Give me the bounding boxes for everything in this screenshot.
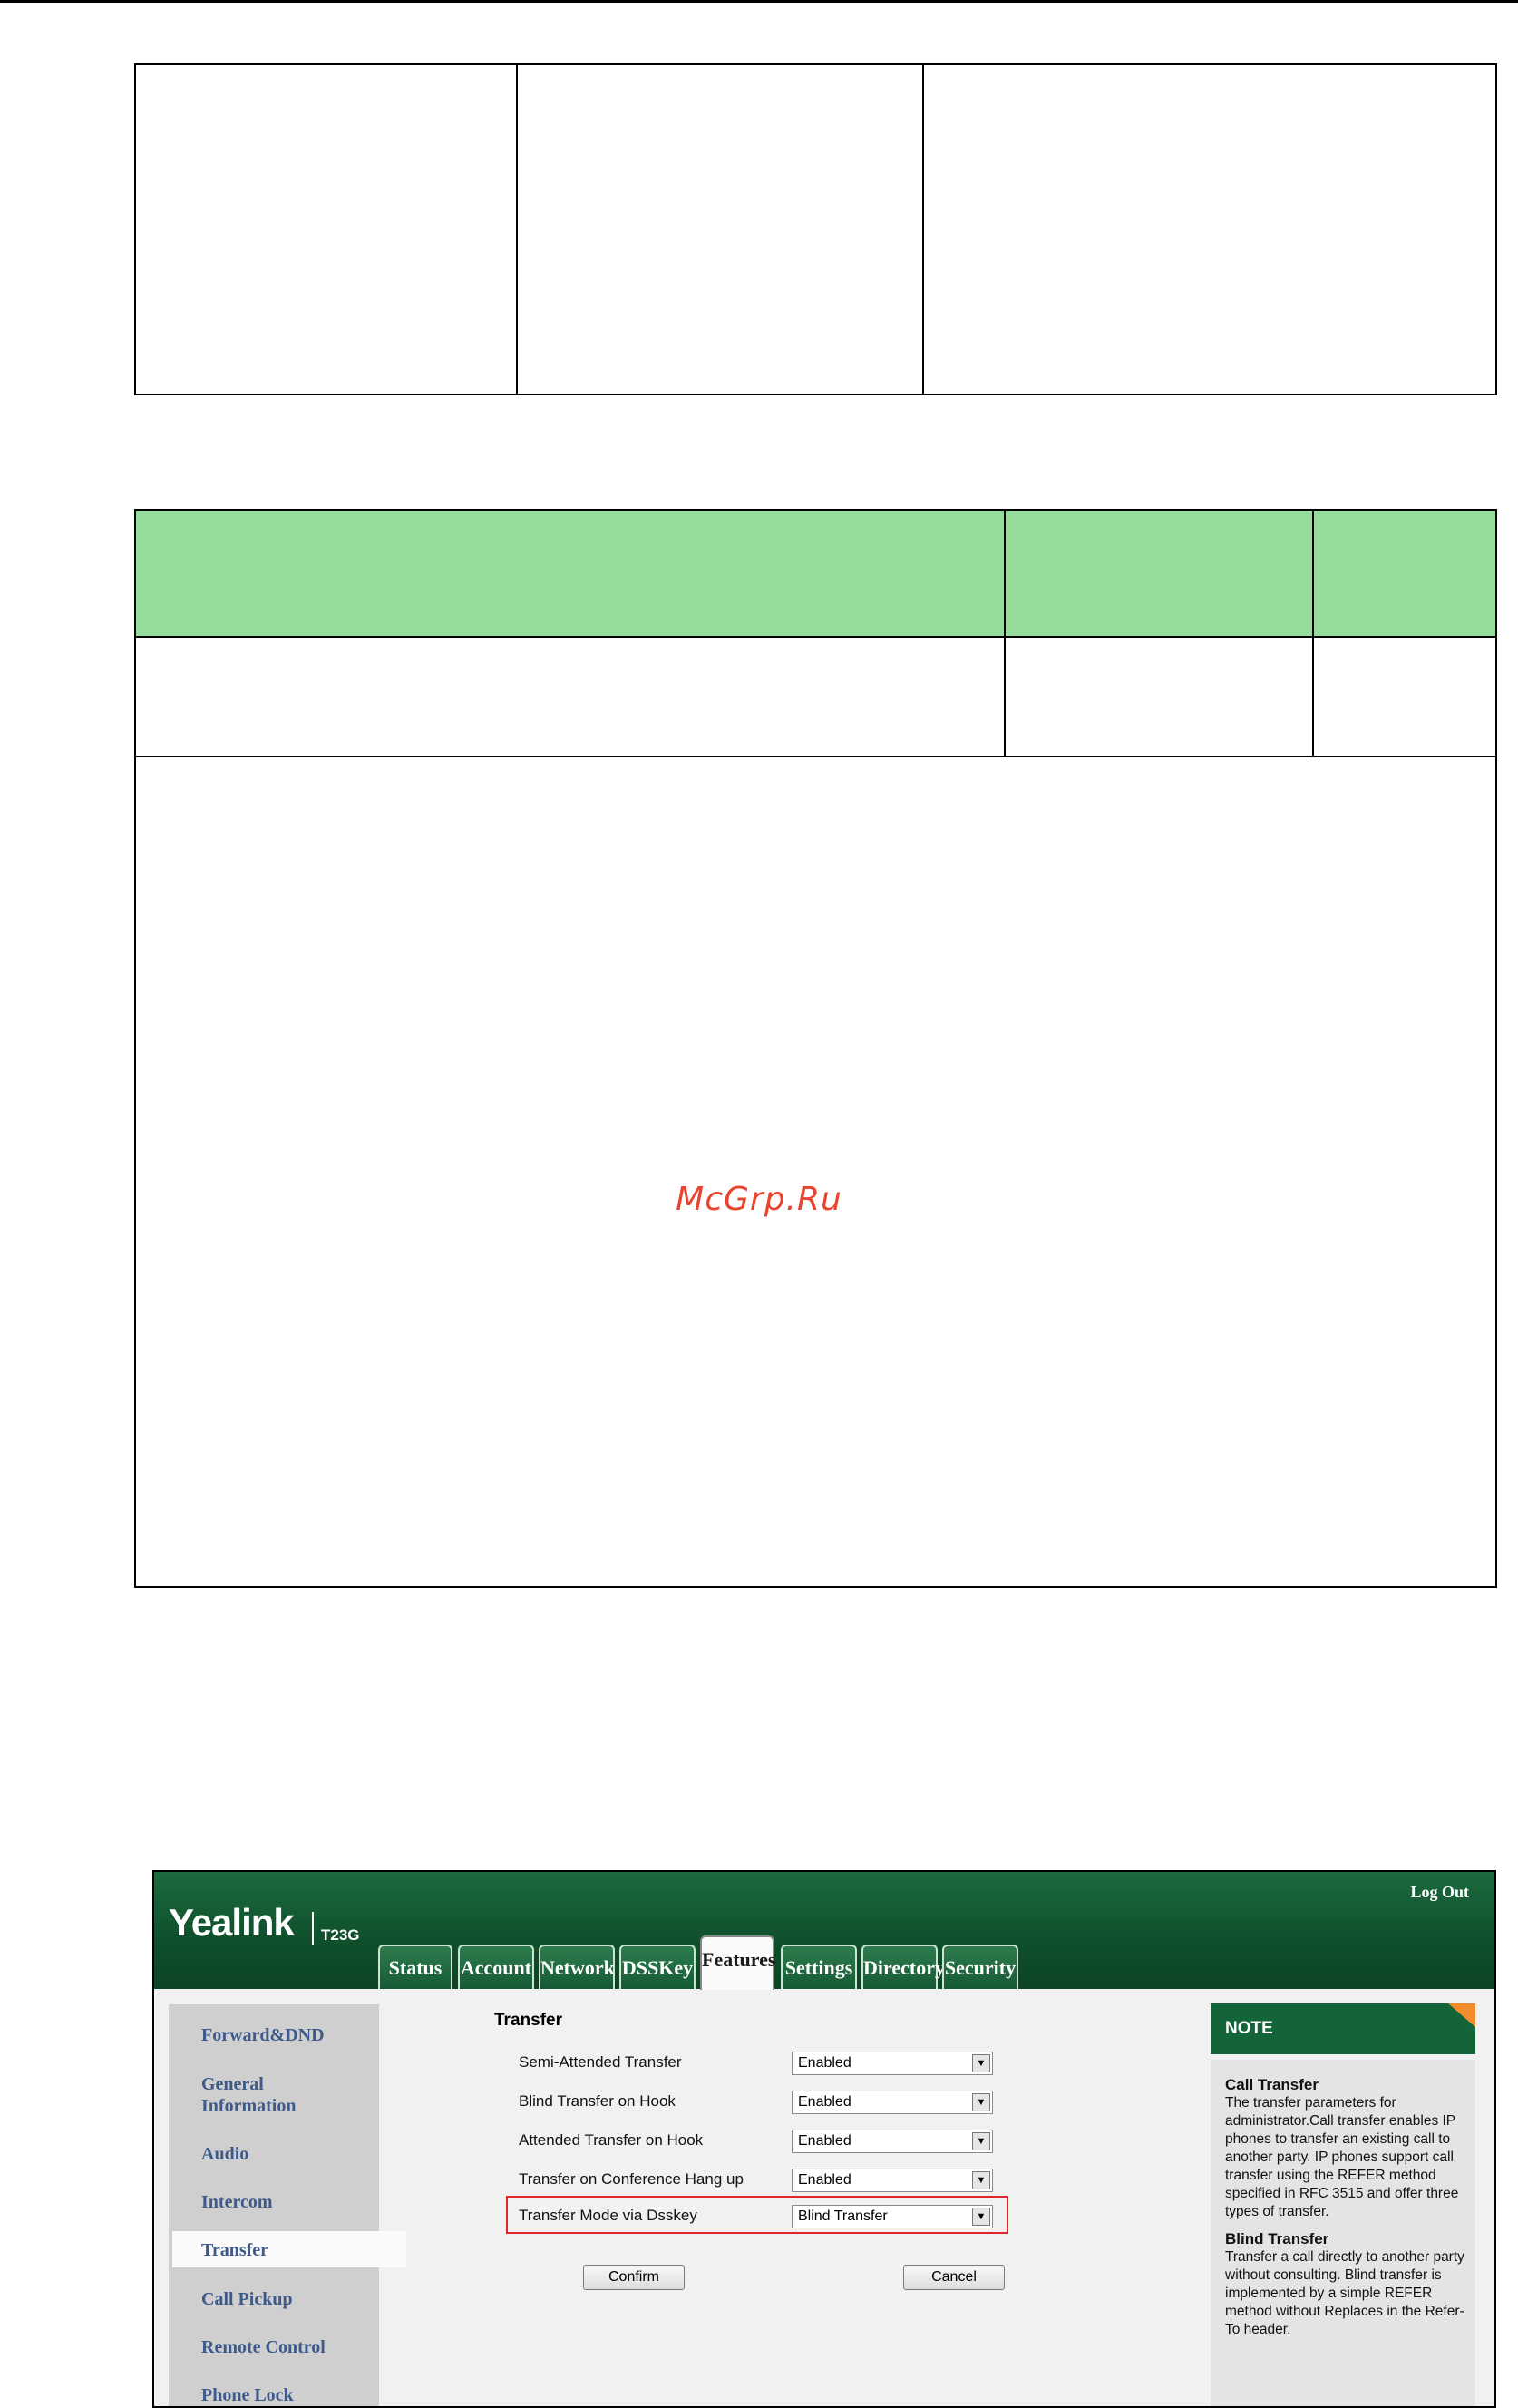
sidebar-item-intercom[interactable]: Intercom: [201, 2191, 273, 2213]
select-value: Enabled: [798, 2094, 851, 2110]
sidebar: Forward&DND General Information Audio In…: [169, 2004, 406, 2406]
header-cell: [134, 509, 1006, 638]
cancel-button[interactable]: Cancel: [903, 2265, 1005, 2290]
tab-status[interactable]: Status: [378, 1945, 452, 1989]
note-text: Transfer a call directly to another part…: [1225, 2249, 1464, 2337]
sidebar-item-transfer[interactable]: Transfer: [201, 2239, 268, 2261]
sidebar-item-general-information[interactable]: General Information: [201, 2073, 337, 2117]
field-label: Transfer Mode via Dsskey: [519, 2207, 697, 2224]
tab-settings[interactable]: Settings: [781, 1945, 857, 1989]
chevron-down-icon: ▼: [972, 2208, 990, 2226]
tab-account[interactable]: Account: [458, 1945, 534, 1989]
tab-directory[interactable]: Directory: [861, 1945, 945, 1989]
top-table-cell: [516, 63, 924, 395]
sidebar-item-forward-dnd[interactable]: Forward&DND: [201, 2024, 325, 2046]
sidebar-item-call-pickup[interactable]: Call Pickup: [201, 2288, 293, 2310]
watermark: McGrp.Ru: [676, 1181, 842, 1218]
transfer-mode-via-dsskey-select[interactable]: Blind Transfer ▼: [792, 2205, 993, 2228]
top-table-cell: [922, 63, 1497, 395]
note-corner-icon: [1448, 2003, 1475, 2027]
tab-security[interactable]: Security: [942, 1945, 1018, 1989]
brand-logo: Yealink: [169, 1901, 295, 1944]
header-cell: [1004, 509, 1314, 638]
select-value: Enabled: [798, 2055, 851, 2071]
transfer-on-conference-hangup-select[interactable]: Enabled ▼: [792, 2169, 993, 2192]
note-header: NOTE: [1211, 2003, 1475, 2054]
field-label: Transfer on Conference Hang up: [519, 2170, 744, 2188]
section-title: Transfer: [494, 2011, 562, 2030]
sidebar-item-remote-control[interactable]: Remote Control: [201, 2336, 326, 2358]
top-bar: Yealink T23G Log Out Status Account Netw…: [154, 1872, 1494, 1990]
web-ui-screenshot: Yealink T23G Log Out Status Account Netw…: [152, 1870, 1496, 2408]
semi-attended-transfer-select[interactable]: Enabled ▼: [792, 2052, 993, 2075]
header-cell: [1312, 509, 1497, 638]
tab-features[interactable]: Features: [700, 1935, 775, 1990]
sidebar-item-phone-lock[interactable]: Phone Lock: [201, 2384, 294, 2406]
select-value: Blind Transfer: [798, 2208, 888, 2224]
note-heading: Call Transfer: [1225, 2076, 1319, 2093]
tab-network[interactable]: Network: [539, 1945, 615, 1989]
table-cell: [134, 636, 1006, 757]
tab-dsskey[interactable]: DSSKey: [619, 1945, 696, 1989]
table-cell: [1312, 636, 1497, 757]
top-table-cell: [134, 63, 518, 395]
logout-link[interactable]: Log Out: [1410, 1883, 1469, 1902]
chevron-down-icon: ▼: [972, 2093, 990, 2111]
attended-transfer-on-hook-select[interactable]: Enabled ▼: [792, 2130, 993, 2153]
note-heading: Blind Transfer: [1225, 2230, 1329, 2247]
top-table: [134, 63, 1497, 395]
confirm-button[interactable]: Confirm: [583, 2265, 685, 2290]
model-name: T23G: [321, 1926, 360, 1944]
select-value: Enabled: [798, 2172, 851, 2188]
table-cell: [1004, 636, 1314, 757]
field-label: Semi-Attended Transfer: [519, 2053, 682, 2071]
note-text: The transfer parameters for administrato…: [1225, 2095, 1459, 2219]
description-cell: [134, 756, 1497, 1588]
blind-transfer-on-hook-select[interactable]: Enabled ▼: [792, 2091, 993, 2114]
chevron-down-icon: ▼: [972, 2132, 990, 2150]
sidebar-item-audio[interactable]: Audio: [201, 2143, 248, 2165]
note-body: Call Transfer The transfer parameters fo…: [1211, 2060, 1475, 2406]
select-value: Enabled: [798, 2133, 851, 2149]
chevron-down-icon: ▼: [972, 2054, 990, 2072]
field-label: Attended Transfer on Hook: [519, 2131, 704, 2149]
page-header-rule: [0, 0, 1518, 3]
logo-separator: [312, 1912, 314, 1945]
chevron-down-icon: ▼: [972, 2171, 990, 2189]
parameter-table: [134, 509, 1497, 1588]
field-label: Blind Transfer on Hook: [519, 2092, 676, 2110]
